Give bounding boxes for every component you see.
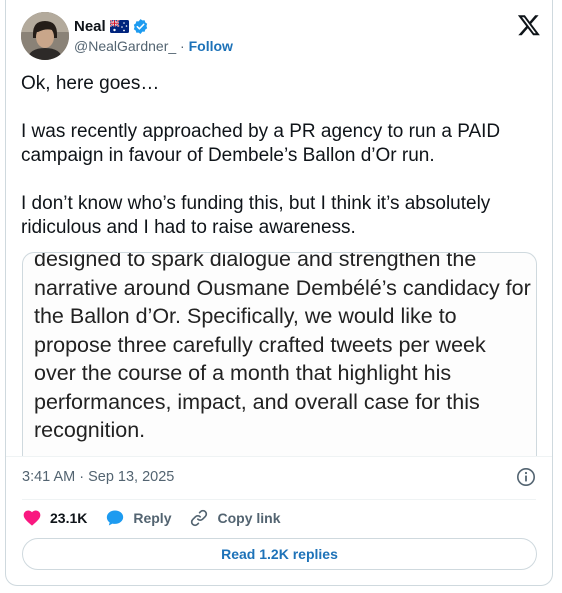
tweet-timestamp[interactable]: 3:41 AM · Sep 13, 2025 [22,469,174,485]
tweet-media-image[interactable]: designed to spark dialogue and strengthe… [22,252,537,457]
tweet-actions: 23.1K Reply Copy link [22,507,299,529]
reply-button[interactable]: Reply [105,508,171,528]
tweet-paragraph: Ok, here goes… [21,73,160,94]
divider [6,456,552,457]
australia-flag-icon [109,18,129,33]
like-button[interactable]: 23.1K [22,508,87,528]
tweet-paragraph: I don’t know who’s funding this, but I t… [21,193,491,238]
verified-icon [132,18,149,35]
follow-link[interactable]: Follow [189,38,233,54]
x-logo-icon[interactable] [517,13,541,37]
reply-bubble-icon [107,510,124,526]
copy-link-button[interactable]: Copy link [189,508,281,528]
handle-separator: · [180,38,185,54]
like-count: 23.1K [50,510,88,526]
heart-icon [23,510,41,526]
link-icon [191,509,208,527]
read-replies-button[interactable]: Read 1.2K replies [22,538,537,570]
copy-link-label: Copy link [217,510,281,526]
author-handle[interactable]: @NealGardner_ [74,38,176,54]
divider [22,499,536,500]
tweet-text: Ok, here goes… I was recently approached… [21,72,541,240]
tweet-paragraph: I was recently approached by a PR agency… [21,121,501,166]
tweet-embed-card: Neal @NealGardner_ · Follow Ok, here goe… [5,0,553,586]
reply-label: Reply [133,510,172,526]
author-name[interactable]: Neal [74,18,106,35]
tweet-header: Neal @NealGardner_ · Follow [21,11,541,63]
avatar[interactable] [21,12,69,60]
media-screenshot-text: designed to spark dialogue and strengthe… [34,252,531,442]
info-icon[interactable] [516,467,536,487]
